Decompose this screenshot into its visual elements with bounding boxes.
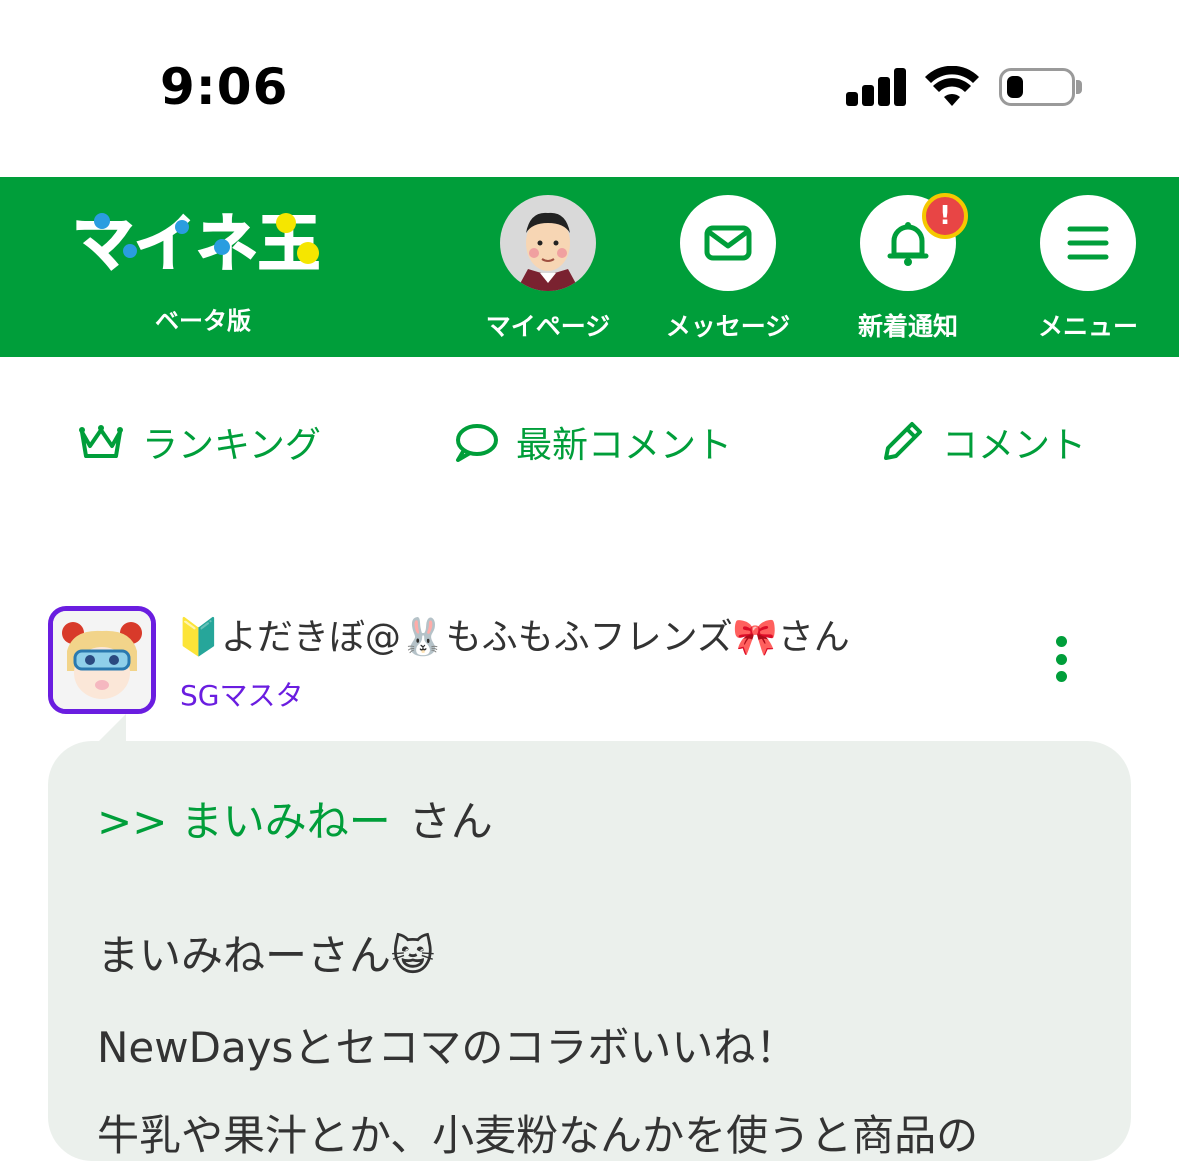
crown-icon bbox=[79, 425, 123, 458]
reply-line: >> まいみねー さん bbox=[97, 788, 493, 849]
signal-icon bbox=[846, 68, 906, 106]
pencil-icon bbox=[884, 422, 922, 460]
speech-bubble-icon bbox=[456, 424, 498, 462]
nav-mypage[interactable]: マイページ bbox=[468, 195, 628, 345]
user-rank: SGマスタ bbox=[180, 679, 304, 712]
nav-circle bbox=[1040, 195, 1136, 291]
tab-label: コメント bbox=[942, 425, 1087, 466]
comment-line: まいみねーさん😺 bbox=[97, 931, 435, 980]
app-header: マイネ王 ベータ版 マイページ メッセージ ! 新着通知 メニュー bbox=[0, 177, 1179, 357]
nav-circle bbox=[680, 195, 776, 291]
nav-menu[interactable]: メニュー bbox=[1008, 195, 1168, 345]
hamburger-icon bbox=[1067, 226, 1109, 260]
mail-icon bbox=[704, 225, 752, 261]
tab-latest-comments[interactable]: 最新コメント bbox=[454, 417, 732, 467]
nav-label: 新着通知 bbox=[857, 312, 958, 341]
logo-subtitle: ベータ版 bbox=[155, 307, 251, 335]
comment-line: 牛乳や果汁とか、小麦粉なんかを使うと商品の bbox=[97, 1111, 979, 1160]
nav-label: マイページ bbox=[485, 312, 611, 341]
tab-bar: ランキング 最新コメント コメント bbox=[0, 357, 1179, 527]
more-options-icon[interactable] bbox=[1046, 636, 1078, 682]
nav-message[interactable]: メッセージ bbox=[648, 195, 808, 345]
battery-icon bbox=[999, 68, 1075, 106]
mineo-logo[interactable]: マイネ王 bbox=[72, 207, 330, 275]
bubble-tail bbox=[98, 714, 126, 742]
clock: 9:06 bbox=[160, 58, 289, 116]
tab-label: 最新コメント bbox=[516, 425, 733, 466]
tab-comment[interactable]: コメント bbox=[880, 417, 1086, 467]
battery-cap bbox=[1076, 80, 1082, 94]
avatar-icon bbox=[500, 195, 596, 291]
reply-suffix: さん bbox=[408, 797, 493, 846]
reply-mention-link[interactable]: >> まいみねー bbox=[97, 797, 391, 846]
comment-line: NewDaysとセコマのコラボいいね！ bbox=[97, 1023, 798, 1072]
post-username[interactable]: 🔰よだきぼ@🐰もふもふフレンズ🎀さん bbox=[176, 608, 850, 660]
nav-label: メッセージ bbox=[665, 312, 791, 341]
tab-ranking[interactable]: ランキング bbox=[78, 417, 321, 467]
user-avatar[interactable] bbox=[48, 606, 156, 714]
nav-notifications[interactable]: ! 新着通知 bbox=[828, 193, 988, 345]
tab-label: ランキング bbox=[142, 425, 321, 466]
wifi-icon bbox=[925, 66, 979, 106]
status-bar: 9:06 bbox=[0, 0, 1179, 177]
battery-level bbox=[1007, 76, 1023, 98]
nav-label: メニュー bbox=[1037, 312, 1138, 341]
notification-badge: ! bbox=[922, 193, 968, 239]
